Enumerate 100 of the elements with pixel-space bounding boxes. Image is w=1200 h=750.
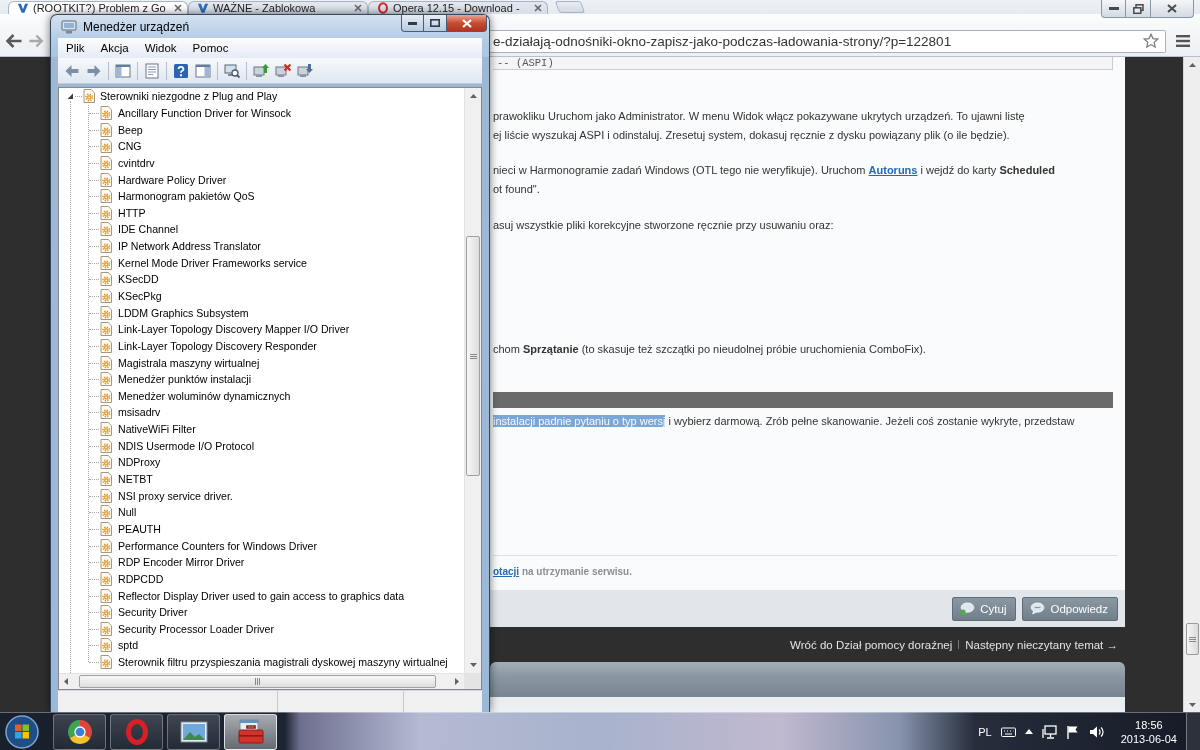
clock-date[interactable]: 2013-06-04 xyxy=(1120,731,1177,746)
close-icon[interactable] xyxy=(354,4,362,12)
menu-icon[interactable] xyxy=(1176,35,1190,47)
vertical-scrollbar[interactable] xyxy=(464,88,481,673)
menu-item[interactable]: Widok xyxy=(136,42,185,54)
browser-tab[interactable]: WAŻNE - Zablokowa xyxy=(188,1,368,14)
tree-item[interactable]: Hardware Policy Driver xyxy=(118,173,227,186)
tree-item[interactable]: Kernel Mode Driver Frameworks service xyxy=(118,256,307,269)
tree-item[interactable]: Magistrala maszyny wirtualnej xyxy=(118,356,260,369)
back-arrow-icon[interactable] xyxy=(5,33,23,49)
restore-button[interactable] xyxy=(1126,0,1151,18)
left-pane-window-icon[interactable] xyxy=(115,62,131,79)
show-desktop-button[interactable] xyxy=(1186,713,1200,750)
up-arrow-icon[interactable] xyxy=(469,94,477,98)
left-arrow-icon[interactable] xyxy=(64,62,80,79)
maximize-button[interactable] xyxy=(424,15,447,32)
tree-item[interactable]: Ancillary Function Driver for Winsock xyxy=(118,106,292,119)
tree-item[interactable]: Performance Counters for Windows Driver xyxy=(118,539,317,552)
tree-item[interactable]: Null xyxy=(118,506,137,519)
tree-item[interactable]: Security Driver xyxy=(118,606,188,619)
scrollbar-thumb[interactable] xyxy=(79,675,436,688)
scrollbar-thumb[interactable] xyxy=(466,236,480,476)
tree-item[interactable]: Harmonogram pakietów QoS xyxy=(118,190,255,203)
gear-document-icon xyxy=(100,521,112,536)
tree-item[interactable]: IP Network Address Translator xyxy=(118,240,261,253)
right-arrow-icon[interactable] xyxy=(455,678,459,685)
up-arrow-device-icon[interactable] xyxy=(253,62,269,79)
tree-item[interactable]: CNG xyxy=(118,140,142,153)
tree-item[interactable]: Sterowniki niezgodne z Plug and Play xyxy=(100,90,278,103)
tree-item[interactable]: Link-Layer Topology Discovery Responder xyxy=(118,339,317,352)
expand-triangle-icon[interactable] xyxy=(66,92,74,101)
text-link[interactable]: Autoruns xyxy=(868,164,918,176)
page-scrollbar[interactable] xyxy=(1183,57,1200,712)
minimize-button[interactable] xyxy=(1101,0,1126,18)
monitor-magnifier-icon[interactable] xyxy=(224,62,240,79)
tree-item[interactable]: HTTP xyxy=(118,206,146,219)
tree-item[interactable]: RDP Encoder Mirror Driver xyxy=(118,556,245,569)
browser-tab[interactable]: (ROOTKIT?) Problem z Go xyxy=(8,1,188,14)
gear-document-icon xyxy=(100,139,112,154)
scrollbar-thumb[interactable] xyxy=(1185,623,1199,655)
tree-item[interactable]: sptd xyxy=(118,639,139,652)
tree-item[interactable]: RDPCDD xyxy=(118,572,164,585)
menu-item[interactable]: Pomoc xyxy=(184,42,237,54)
taskbar-button[interactable] xyxy=(224,713,277,750)
down-arrow-device-icon[interactable] xyxy=(297,62,313,79)
nav-link[interactable]: Następny nieczytany temat → xyxy=(965,638,1118,651)
close-button[interactable] xyxy=(447,15,487,32)
down-arrow-icon[interactable] xyxy=(469,663,477,667)
taskbar-button[interactable] xyxy=(167,713,220,750)
tree-item[interactable]: Security Processor Loader Driver xyxy=(118,622,275,635)
down-arrow-icon[interactable] xyxy=(1188,703,1196,707)
tree-item[interactable]: Link-Layer Topology Discovery Mapper I/O Driver xyxy=(118,323,350,336)
tree-item[interactable]: IDE Channel xyxy=(118,223,179,236)
close-icon[interactable] xyxy=(174,4,182,12)
address-field[interactable]: e-działają-odnośniki-okno-zapisz-jako-podczas-ładowania-strony/?p=122801 xyxy=(490,29,1166,53)
browser-tab[interactable]: Opera 12.15 - Download - xyxy=(368,1,548,14)
clock-time[interactable]: 18:56 xyxy=(1135,717,1163,732)
menu-item[interactable]: Plik xyxy=(58,42,93,54)
gear-document-icon xyxy=(100,105,112,120)
start-orb-icon[interactable] xyxy=(4,713,40,750)
tree-item[interactable]: NETBT xyxy=(118,473,153,486)
tree-item[interactable]: Reflector Display Driver used to gain access to graphics data xyxy=(118,589,405,602)
network-monitor-icon[interactable] xyxy=(1041,724,1057,739)
keyboard-icon[interactable] xyxy=(1000,726,1016,737)
tree-item[interactable]: Sterownik filtru przyspieszania magistrali dyskowej maszyny wirtualnej xyxy=(118,656,448,669)
tree-item[interactable]: NSI proxy service driver. xyxy=(118,489,233,502)
tree-item[interactable]: msisadrv xyxy=(118,406,161,419)
sheet-icon[interactable] xyxy=(144,62,160,79)
gear-document-icon xyxy=(100,588,112,603)
close-icon[interactable] xyxy=(534,4,542,12)
horizontal-scrollbar[interactable] xyxy=(59,673,464,689)
flag-icon[interactable] xyxy=(1065,724,1080,739)
cross-device-icon[interactable] xyxy=(275,62,291,79)
taskbar-button[interactable] xyxy=(53,713,106,750)
language-indicator[interactable]: PL xyxy=(978,725,992,738)
gear-document-icon xyxy=(100,655,112,670)
tree-item[interactable]: PEAUTH xyxy=(118,522,161,535)
tree-item[interactable]: NDProxy xyxy=(118,456,161,469)
tree-item[interactable]: NativeWiFi Filter xyxy=(118,423,196,436)
right-pane-window-icon[interactable] xyxy=(195,62,211,79)
close-button[interactable] xyxy=(1151,0,1194,18)
tree-item[interactable]: LDDM Graphics Subsystem xyxy=(118,306,249,319)
tree-item[interactable]: Beep xyxy=(118,123,143,136)
speaker-icon[interactable] xyxy=(1088,724,1104,739)
help-icon[interactable] xyxy=(173,62,189,79)
gear-document-icon xyxy=(100,289,112,303)
text-link[interactable]: otacji xyxy=(493,566,520,577)
left-arrow-icon[interactable] xyxy=(64,678,68,685)
tree-item[interactable]: cvintdrv xyxy=(118,156,155,169)
up-triangle-icon[interactable] xyxy=(1024,729,1033,734)
up-arrow-icon[interactable] xyxy=(1188,63,1196,67)
tree-item[interactable]: KSecPkg xyxy=(118,290,162,302)
nav-link[interactable]: Wróć do Dział pomocy doraźnej xyxy=(790,638,953,651)
menu-item[interactable]: Akcja xyxy=(92,42,137,54)
tree-item[interactable]: Menedżer woluminów dynamicznych xyxy=(118,389,291,402)
tree-item[interactable]: Menedżer punktów instalacji xyxy=(118,373,252,386)
star-icon[interactable] xyxy=(1143,33,1159,49)
minimize-button[interactable] xyxy=(401,15,424,32)
tree-item[interactable]: KSecDD xyxy=(118,273,159,286)
tree-item[interactable]: NDIS Usermode I/O Protocol xyxy=(118,439,254,452)
